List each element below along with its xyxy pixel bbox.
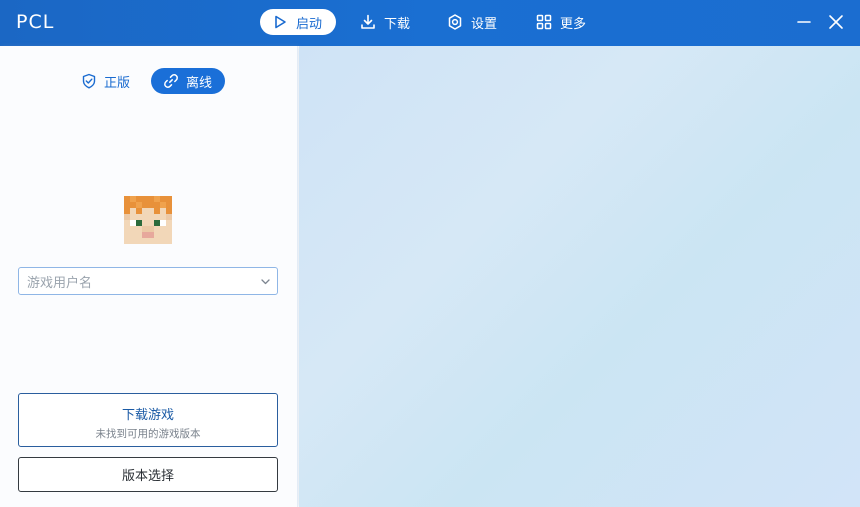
tab-settings[interactable]: 设置: [447, 9, 497, 35]
username-placeholder: 游戏用户名: [27, 275, 93, 291]
title-bar: PCL 启动 下载 设置 更多: [0, 0, 860, 46]
grid-icon: [536, 14, 552, 30]
tab-more[interactable]: 更多: [536, 9, 586, 35]
download-icon: [361, 14, 375, 29]
tab-launch-label: 启动: [296, 16, 323, 32]
mode-offline-label: 离线: [186, 75, 213, 91]
minimize-icon[interactable]: [795, 13, 813, 31]
gear-icon: [448, 14, 462, 30]
download-game-label: 下载游戏: [121, 408, 174, 423]
avatar: [124, 196, 172, 244]
download-game-subtitle: 未找到可用的游戏版本: [95, 428, 201, 440]
app-logo: PCL: [16, 11, 55, 33]
username-input[interactable]: 游戏用户名: [18, 267, 278, 295]
mode-genuine-button[interactable]: 正版: [81, 68, 130, 94]
mode-offline-button[interactable]: 离线: [151, 68, 225, 94]
tab-download-label: 下载: [384, 16, 411, 32]
version-select-button[interactable]: 版本选择: [18, 457, 278, 492]
tab-settings-label: 设置: [471, 16, 498, 32]
login-mode-toggle: 正版 离线: [0, 68, 298, 94]
tab-more-label: 更多: [560, 16, 587, 32]
mode-genuine-label: 正版: [104, 75, 131, 91]
avatar-pixel: [166, 238, 172, 244]
version-select-label: 版本选择: [121, 469, 174, 484]
download-game-button[interactable]: 下载游戏 未找到可用的游戏版本: [18, 393, 278, 447]
main-content-area: [299, 46, 860, 507]
tab-launch[interactable]: 启动: [260, 9, 336, 35]
close-icon[interactable]: [827, 13, 845, 31]
link-icon: [164, 74, 178, 88]
launch-sidebar: 正版 离线 游戏用户名 下载游戏 未找到可用的游戏版本 版本选择: [0, 46, 298, 507]
tab-download[interactable]: 下载: [360, 9, 410, 35]
play-icon: [275, 15, 286, 29]
chevron-down-icon[interactable]: [260, 276, 271, 287]
shield-check-icon: [82, 73, 96, 89]
